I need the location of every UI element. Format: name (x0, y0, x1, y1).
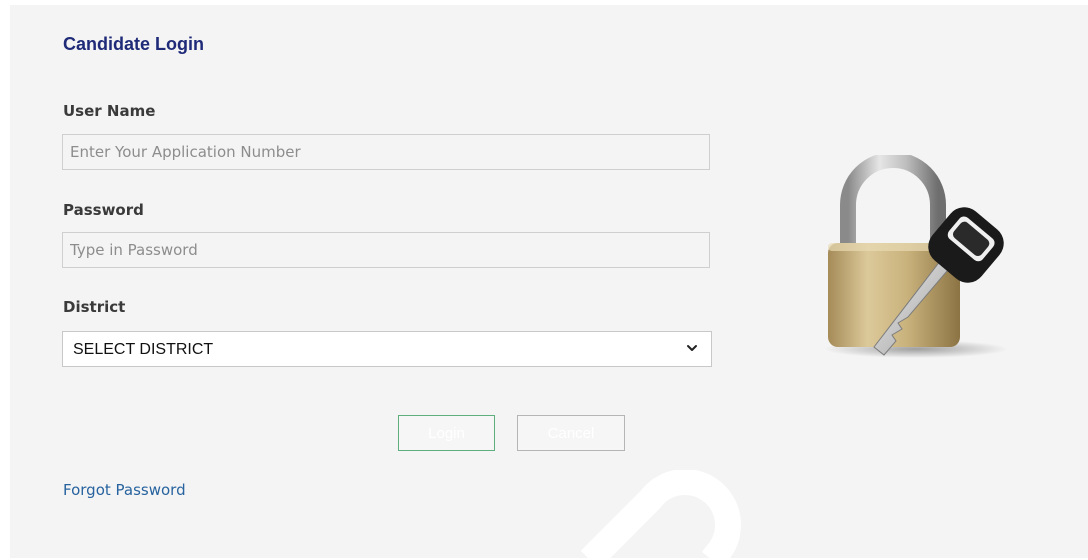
district-select[interactable]: SELECT DISTRICT (62, 331, 712, 367)
page-title: Candidate Login (63, 34, 204, 54)
district-label: District (63, 298, 126, 316)
password-input[interactable] (62, 232, 710, 268)
cancel-button[interactable]: Cancel (517, 415, 625, 451)
watermark-shape (580, 470, 741, 560)
username-label: User Name (63, 102, 156, 120)
password-label: Password (63, 201, 144, 219)
username-input[interactable] (62, 134, 710, 170)
login-button[interactable]: Login (398, 415, 495, 451)
chevron-down-icon (687, 345, 697, 351)
district-selected-value: SELECT DISTRICT (73, 341, 214, 358)
lock-and-key-icon (824, 155, 1008, 358)
forgot-password-link[interactable]: Forgot Password (63, 481, 186, 499)
